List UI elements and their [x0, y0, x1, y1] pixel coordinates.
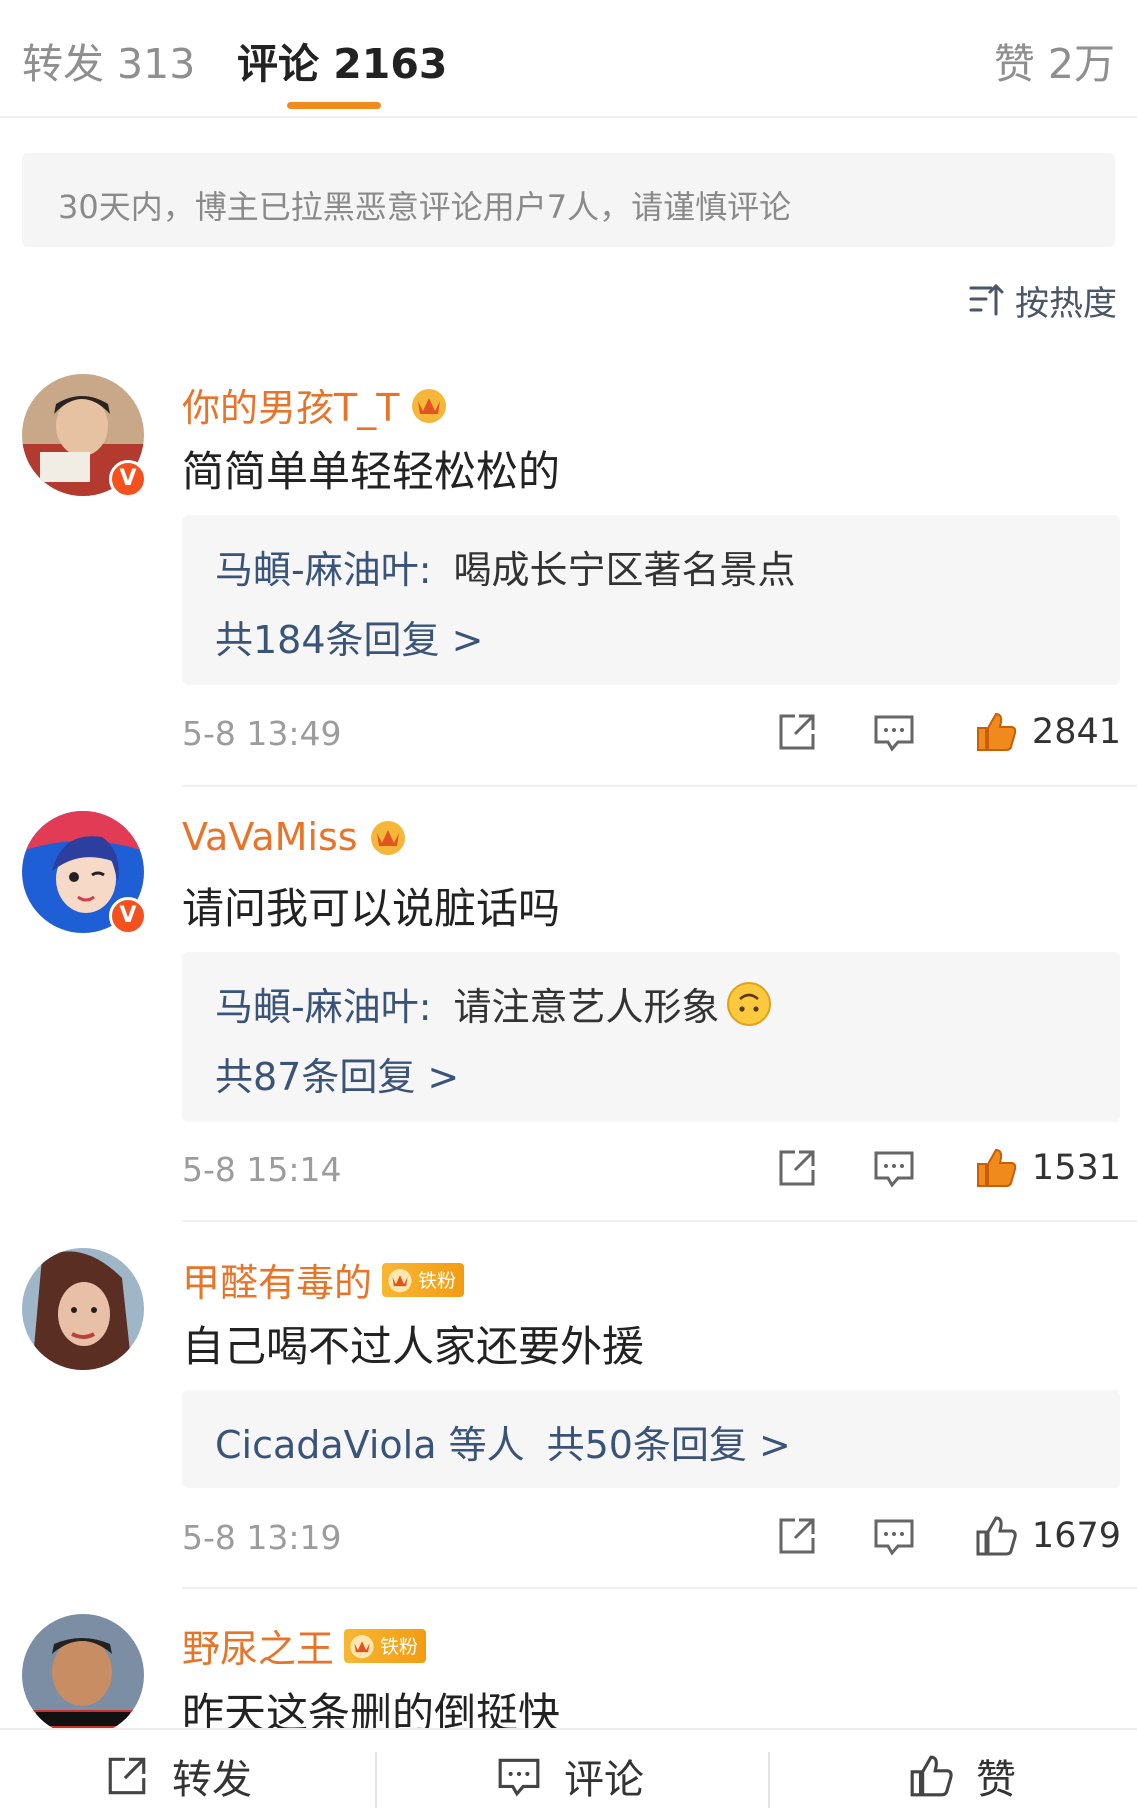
like-count: 2841 [1031, 712, 1121, 752]
username-text: VaVaMiss [182, 815, 358, 859]
comment-text: 自己喝不过人家还要外援 [182, 1322, 645, 1371]
like-icon[interactable] [974, 1146, 1018, 1190]
view-replies-link[interactable]: 共87条回复 > [215, 1046, 459, 1101]
like-icon[interactable] [974, 1514, 1018, 1558]
bar-divider [375, 1752, 377, 1808]
username[interactable]: 甲醛有毒的 铁粉 [182, 1252, 465, 1307]
bottom-action-bar: 转发 评论 赞 [0, 1728, 1137, 1819]
comment-text: 简简单单轻轻松松的 [182, 447, 561, 496]
fan-badge-label: 铁粉 [418, 1270, 457, 1292]
repost-label: 转发 [172, 1756, 252, 1803]
avatar[interactable] [22, 1248, 144, 1370]
share-icon[interactable] [775, 710, 819, 754]
comment-time: 5-8 13:19 [182, 1518, 342, 1557]
crown-icon [388, 1268, 412, 1292]
crown-icon [350, 1634, 374, 1658]
upside-down-smile-emoji-icon [726, 981, 771, 1026]
verified-badge: V [109, 460, 147, 498]
username[interactable]: VaVaMiss [182, 815, 408, 859]
tab-repost[interactable]: 转发 313 [22, 30, 195, 90]
comment-actions: 1679 [775, 1514, 1121, 1558]
share-icon[interactable] [775, 1514, 819, 1558]
username[interactable]: 野尿之王 铁粉 [182, 1618, 427, 1673]
comment-actions: 1531 [775, 1146, 1121, 1190]
verified-badge: V [109, 897, 147, 935]
avatar[interactable] [22, 1614, 144, 1736]
comment-divider [182, 1220, 1137, 1222]
comment-label: 评论 [564, 1756, 644, 1803]
tab-likes[interactable]: 赞 2万 [994, 30, 1115, 90]
like-icon[interactable] [974, 710, 1018, 754]
blocked-users-notice: 30天内，博主已拉黑恶意评论用户7人，请谨慎评论 [22, 153, 1115, 247]
username-text: 甲醛有毒的 [182, 1261, 373, 1305]
username-text: 野尿之王 [182, 1627, 335, 1671]
username-text: 你的男孩T_T [182, 386, 400, 430]
crown-icon [409, 386, 449, 424]
fan-badge-label: 铁粉 [380, 1636, 419, 1658]
like-count: 1679 [1031, 1516, 1121, 1556]
comment-icon[interactable] [872, 1146, 916, 1190]
active-tab-indicator [287, 102, 381, 109]
like-count: 1531 [1031, 1148, 1121, 1188]
reply-text: 喝成长宁区著名景点 [453, 548, 796, 592]
comment-divider [182, 785, 1137, 787]
comment-button[interactable]: 评论 [496, 1730, 644, 1819]
reply-others[interactable]: CicadaViola 等人 [215, 1414, 525, 1469]
share-icon [108, 1757, 146, 1794]
reply-author[interactable]: 马頔-麻油叶: [215, 539, 432, 594]
comment-icon[interactable] [872, 1514, 916, 1558]
like-icon [910, 1755, 953, 1796]
comment-divider [182, 1587, 1137, 1589]
avatar[interactable]: V [22, 811, 147, 935]
reply-preview-box[interactable]: 马頔-麻油叶: 喝成长宁区著名景点 共184条回复 > [182, 515, 1120, 685]
view-replies-link[interactable]: 共184条回复 > [215, 609, 483, 664]
like-label: 赞 [976, 1756, 1016, 1803]
comment-text: 请问我可以说脏话吗 [182, 884, 561, 933]
comment-time: 5-8 13:49 [182, 714, 342, 753]
reply-author[interactable]: 马頔-麻油叶: [215, 976, 432, 1031]
bar-divider [768, 1752, 770, 1808]
comment-time: 5-8 15:14 [182, 1150, 342, 1189]
share-icon[interactable] [775, 1146, 819, 1190]
comment-icon [498, 1758, 540, 1796]
sort-by-hot-button[interactable]: 按热度 [969, 278, 1117, 324]
avatar[interactable]: V [22, 374, 147, 498]
reply-text: 请注意艺人形象 [453, 985, 720, 1029]
view-replies-link[interactable]: 共50条回复 > [547, 1414, 791, 1469]
like-button[interactable]: 赞 [908, 1730, 1016, 1819]
reply-preview-box[interactable]: 马頔-麻油叶: 请注意艺人形象 共87条回复 > [182, 952, 1120, 1122]
repost-button[interactable]: 转发 [104, 1730, 252, 1819]
sort-label: 按热度 [1015, 283, 1117, 324]
crown-icon [368, 818, 408, 856]
fan-badge: 铁粉 [382, 1262, 465, 1297]
comment-icon[interactable] [872, 710, 916, 754]
username[interactable]: 你的男孩T_T [182, 377, 449, 432]
reply-preview-box[interactable]: CicadaViola 等人 共50条回复 > [182, 1390, 1120, 1488]
fan-badge: 铁粉 [344, 1628, 427, 1663]
comment-tabs: 转发 313 评论 2163 赞 2万 [0, 0, 1137, 118]
tab-comments[interactable]: 评论 2163 [237, 30, 447, 90]
comment-actions: 2841 [775, 710, 1121, 754]
sort-icon [969, 283, 1004, 316]
